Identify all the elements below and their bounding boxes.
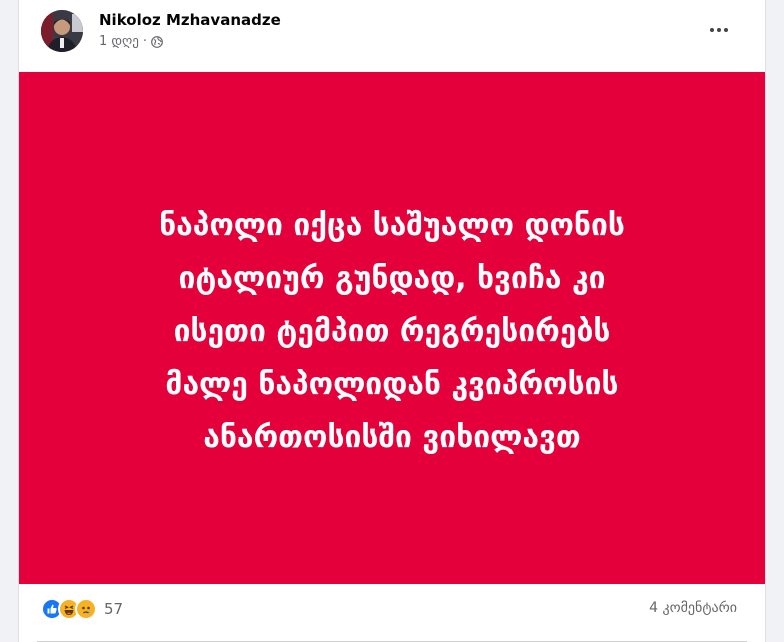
sad-icon (75, 598, 97, 620)
author-name[interactable]: Nikoloz Mzhavanadze (99, 11, 281, 29)
post-meta: 1 დღე · (99, 34, 163, 49)
avatar-photo (41, 10, 83, 52)
dot (717, 28, 721, 32)
dot (710, 28, 714, 32)
post-text: ნაპოლი იქცა საშუალო დონის იტალიურ გუნდად… (159, 207, 625, 455)
reaction-count: 57 (104, 600, 124, 618)
more-options-icon[interactable] (701, 18, 737, 42)
post-footer: 57 4 კომენტარი (19, 584, 765, 642)
post-header: Nikoloz Mzhavanadze 1 დღე · (19, 0, 765, 72)
author-avatar[interactable] (41, 10, 83, 52)
meta-separator: · (142, 34, 147, 49)
post-time[interactable]: 1 დღე (99, 34, 139, 49)
dot (724, 28, 728, 32)
comments-count-link[interactable]: 4 კომენტარი (649, 600, 737, 616)
post-card: Nikoloz Mzhavanadze 1 დღე · ნაპოლი იქცა … (18, 0, 766, 642)
post-background: ნაპოლი იქცა საშუალო დონის იტალიურ გუნდად… (19, 72, 765, 584)
globe-icon[interactable] (151, 35, 163, 48)
reactions-summary[interactable]: 57 (41, 598, 123, 620)
